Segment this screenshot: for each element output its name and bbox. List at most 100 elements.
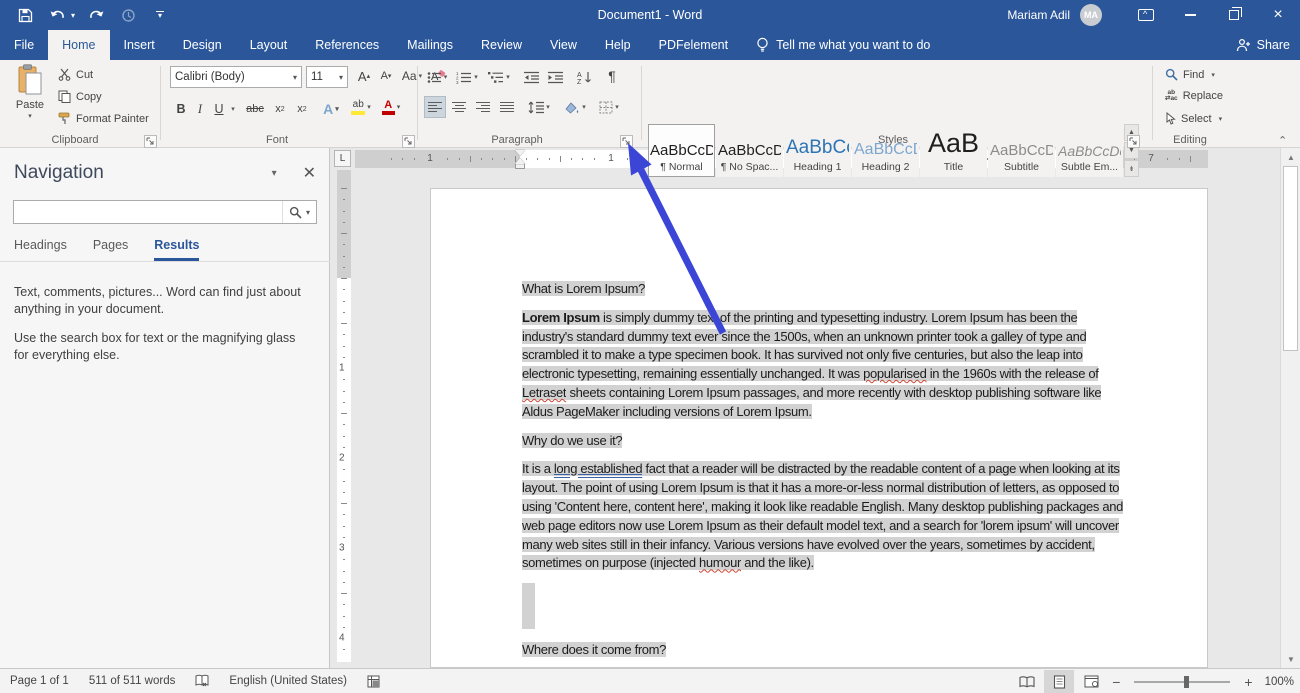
clipboard-dialog-launcher[interactable] <box>144 135 157 148</box>
font-color-button[interactable]: A▾ <box>378 96 404 118</box>
document-heading[interactable]: What is Lorem Ipsum? <box>522 280 1126 299</box>
search-controls[interactable]: ▾ <box>282 201 316 223</box>
language-indicator[interactable]: English (United States) <box>219 669 357 693</box>
style-heading-2[interactable]: AaBbCcDHeading 2 <box>852 124 919 177</box>
change-case-button[interactable]: Aa▾ <box>399 65 425 87</box>
tab-stop-selector[interactable]: L <box>334 150 351 167</box>
paragraph-dialog-launcher[interactable] <box>620 135 633 148</box>
tab-design[interactable]: Design <box>169 30 236 60</box>
decrease-indent-button[interactable] <box>520 66 542 88</box>
style-subtitle[interactable]: AaBbCcDSubtitle <box>988 124 1055 177</box>
cut-button[interactable]: Cut <box>58 68 93 81</box>
multilevel-list-button[interactable]: ▾ <box>484 66 514 88</box>
text-effects-button[interactable]: A▾ <box>320 98 342 120</box>
replace-button[interactable]: ab⇄ac Replace <box>1165 90 1223 102</box>
print-layout-button[interactable] <box>1044 670 1074 693</box>
navigation-close-icon[interactable]: ✕ <box>303 163 316 183</box>
borders-button[interactable]: ▾ <box>594 96 624 118</box>
vertical-scrollbar[interactable]: ▲ ▼ <box>1280 148 1300 668</box>
style--normal[interactable]: AaBbCcDc¶ Normal <box>648 124 715 177</box>
nav-tab-pages[interactable]: Pages <box>93 238 128 261</box>
shrink-font-button[interactable]: A▾ <box>376 65 396 87</box>
copy-button[interactable]: Copy <box>58 90 102 103</box>
navigation-options-dropdown-icon[interactable]: ▾ <box>272 168 277 179</box>
macro-recording-button[interactable] <box>357 669 390 693</box>
collapse-ribbon-button[interactable]: ⌃ <box>1278 134 1287 147</box>
close-button[interactable]: × <box>1256 0 1300 30</box>
strikethrough-button[interactable]: abc <box>242 98 268 120</box>
tell-me-box[interactable]: Tell me what you want to do <box>742 30 944 60</box>
zoom-slider[interactable] <box>1134 681 1230 683</box>
user-avatar[interactable]: MA <box>1080 4 1102 26</box>
style-title[interactable]: AaBTitle <box>920 124 987 177</box>
proofing-errors-button[interactable] <box>185 669 219 693</box>
grow-font-button[interactable]: A▴ <box>354 65 374 87</box>
find-button[interactable]: Find ▾ <box>1165 68 1215 81</box>
styles-more-button[interactable]: ⇟ <box>1124 160 1139 177</box>
paste-dropdown-icon[interactable]: ▾ <box>28 112 32 120</box>
zoom-in-button[interactable]: + <box>1240 674 1256 690</box>
document-paragraph[interactable]: Lorem Ipsum is simply dummy text of the … <box>522 309 1126 422</box>
zoom-out-button[interactable]: − <box>1108 674 1124 690</box>
undo-dropdown-icon[interactable]: ▾ <box>71 11 75 20</box>
increase-indent-button[interactable] <box>544 66 566 88</box>
tab-layout[interactable]: Layout <box>236 30 302 60</box>
nav-tab-results[interactable]: Results <box>154 238 199 261</box>
word-count[interactable]: 511 of 511 words <box>79 669 186 693</box>
font-name-combobox[interactable]: Calibri (Body)▾ <box>170 66 302 88</box>
scrollbar-thumb[interactable] <box>1283 166 1298 351</box>
undo-button[interactable] <box>46 3 68 27</box>
style-heading-1[interactable]: AaBbCcHeading 1 <box>784 124 851 177</box>
document-paragraph[interactable]: It is a long established fact that a rea… <box>522 460 1126 573</box>
line-spacing-button[interactable]: ▾ <box>524 96 554 118</box>
underline-button[interactable]: U <box>210 98 228 120</box>
tab-file[interactable]: File <box>0 30 48 60</box>
tab-mailings[interactable]: Mailings <box>393 30 467 60</box>
highlight-color-button[interactable]: ab▾ <box>348 96 374 118</box>
tab-view[interactable]: View <box>536 30 591 60</box>
styles-dialog-launcher[interactable] <box>1127 135 1140 148</box>
tab-help[interactable]: Help <box>591 30 645 60</box>
ribbon-display-options-button[interactable] <box>1124 0 1168 30</box>
vertical-ruler[interactable]: 1234 <box>337 170 351 662</box>
align-right-button[interactable] <box>472 96 494 118</box>
select-button[interactable]: Select ▾ <box>1165 112 1222 125</box>
scroll-up-icon[interactable]: ▲ <box>1281 149 1300 165</box>
hanging-indent-marker[interactable] <box>515 158 525 169</box>
document-text[interactable]: What is Lorem Ipsum? Lorem Ipsum is simpl… <box>522 280 1126 668</box>
read-mode-button[interactable] <box>1012 670 1042 693</box>
tab-home[interactable]: Home <box>48 30 109 60</box>
share-button[interactable]: Share <box>1236 30 1290 60</box>
tab-references[interactable]: References <box>301 30 393 60</box>
search-input[interactable] <box>14 202 282 222</box>
italic-button[interactable]: I <box>192 98 208 120</box>
subscript-button[interactable]: x2 <box>270 98 290 120</box>
paste-button[interactable]: Paste ▾ <box>8 64 52 120</box>
web-layout-button[interactable] <box>1076 670 1106 693</box>
document-heading[interactable]: Where does it come from? <box>522 641 1126 660</box>
style--no-spac-[interactable]: AaBbCcDc¶ No Spac... <box>716 124 783 177</box>
first-line-indent-marker[interactable] <box>515 150 525 156</box>
save-icon[interactable] <box>14 3 36 27</box>
align-left-button[interactable] <box>424 96 446 118</box>
zoom-level[interactable]: 100% <box>1265 676 1294 688</box>
redo-button[interactable] <box>85 3 107 27</box>
numbering-button[interactable]: 123▾ <box>453 66 481 88</box>
restore-button[interactable] <box>1212 0 1256 30</box>
tab-pdfelement[interactable]: PDFelement <box>645 30 742 60</box>
format-painter-button[interactable]: Format Painter <box>58 112 149 125</box>
style-subtle-em-[interactable]: AaBbCcDcSubtle Em... <box>1056 124 1123 177</box>
align-center-button[interactable] <box>448 96 470 118</box>
user-name[interactable]: Mariam Adil <box>1007 8 1070 22</box>
zoom-slider-thumb[interactable] <box>1184 676 1189 688</box>
tab-insert[interactable]: Insert <box>110 30 169 60</box>
superscript-button[interactable]: x2 <box>292 98 312 120</box>
scroll-down-icon[interactable]: ▼ <box>1281 651 1300 667</box>
bold-button[interactable]: B <box>172 98 190 120</box>
justify-button[interactable] <box>496 96 518 118</box>
show-formatting-marks-button[interactable]: ¶ <box>602 65 622 87</box>
font-dialog-launcher[interactable] <box>402 135 415 148</box>
font-size-combobox[interactable]: 11▾ <box>306 66 348 88</box>
sort-button[interactable]: AZ <box>573 66 597 88</box>
document-page[interactable]: What is Lorem Ipsum? Lorem Ipsum is simpl… <box>430 188 1208 668</box>
